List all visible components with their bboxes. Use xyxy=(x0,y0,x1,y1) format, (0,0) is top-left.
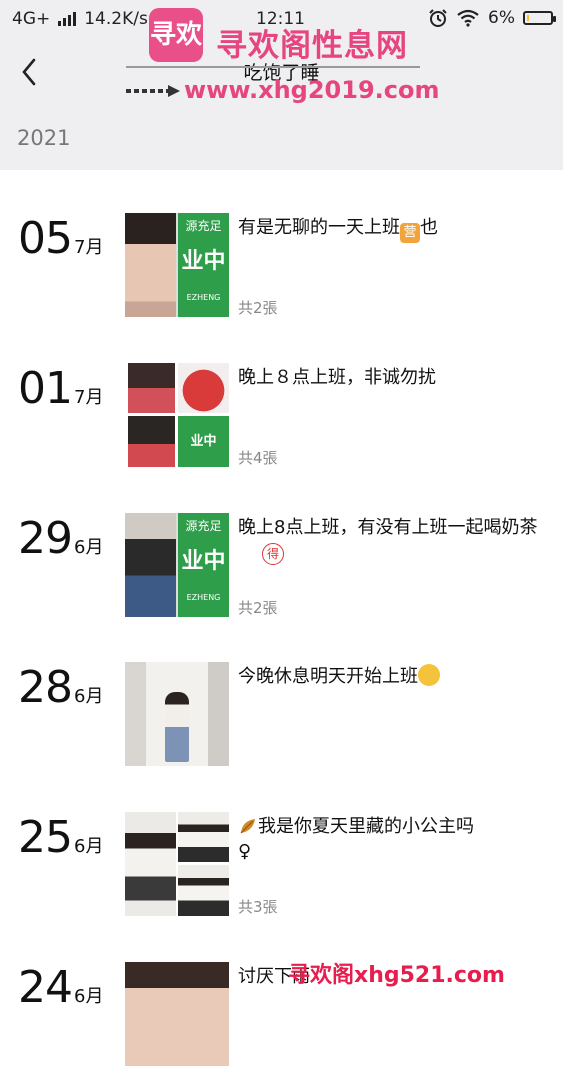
photo-tile xyxy=(125,213,176,317)
post-entry[interactable]: 05 7月 源充足 业中 EZHENG 有是无聊的一天上班营也 共2張 xyxy=(0,213,563,323)
post-day: 29 xyxy=(18,513,73,564)
post-month: 6月 xyxy=(74,836,104,857)
caption-text: 也 xyxy=(420,217,438,238)
network-type: 4G+ xyxy=(12,9,51,29)
photo-tile xyxy=(125,812,176,916)
post-entry[interactable]: 01 7月 业中 晚上８点上班，非诚勿扰 共4張 xyxy=(0,363,563,473)
post-caption: 今晚休息明天开始上班 xyxy=(238,664,538,689)
photo-tile xyxy=(165,692,189,762)
photo-tile xyxy=(125,513,176,617)
sign-text: 业中 xyxy=(181,549,226,574)
clock: 12:11 xyxy=(256,9,305,29)
caption-text: 有是无聊的一天上班 xyxy=(238,217,400,238)
post-thumbnail[interactable] xyxy=(125,662,229,766)
post-date: 29 6月 xyxy=(18,513,103,564)
post-day: 28 xyxy=(18,662,73,713)
post-caption: 我是你夏天里藏的小公主吗 ♀ xyxy=(238,814,538,864)
photo-count: 共2張 xyxy=(238,299,278,317)
caption-text: 晚上8点上班，有没有上班一起喝奶茶 xyxy=(238,517,538,538)
photo-tile xyxy=(178,363,229,413)
post-month: 7月 xyxy=(74,237,104,258)
sign-photo-tile: 源充足 业中 EZHENG xyxy=(178,513,229,617)
post-date: 24 6月 xyxy=(18,962,103,1013)
post-entry[interactable]: 25 6月 我是你夏天里藏的小公主吗 ♀ 共3張 xyxy=(0,812,563,922)
post-date: 28 6月 xyxy=(18,662,103,713)
photo-count: 共3張 xyxy=(238,898,278,916)
photo-tile xyxy=(128,363,175,413)
status-bar: 4G+ 14.2K/s 12:11 6% xyxy=(0,0,563,38)
post-month: 6月 xyxy=(74,686,104,707)
sign-photo-tile: 业中 xyxy=(178,416,229,467)
year-section-header: 2021 xyxy=(0,104,563,170)
photo-tile xyxy=(128,416,175,467)
post-thumbnail[interactable] xyxy=(125,962,229,1066)
sign-text: EZHENG xyxy=(186,293,221,302)
leaf-icon xyxy=(240,819,255,834)
year-label: 2021 xyxy=(17,126,71,150)
post-caption: 晚上8点上班，有没有上班一起喝奶茶得 xyxy=(238,515,538,565)
photo-tile xyxy=(178,865,229,916)
post-day: 05 xyxy=(18,213,73,264)
post-thumbnail[interactable] xyxy=(125,812,229,916)
post-thumbnail[interactable]: 源充足 业中 EZHENG xyxy=(125,513,229,617)
post-day: 24 xyxy=(18,962,73,1013)
post-month: 6月 xyxy=(74,537,104,558)
nav-header: 吃饱了睡 xyxy=(0,38,563,104)
photo-count: 共4張 xyxy=(238,449,278,467)
emoji-icon: 得 xyxy=(262,543,284,565)
post-date: 01 7月 xyxy=(18,363,103,414)
sign-photo-tile: 源充足 业中 EZHENG xyxy=(178,213,229,317)
post-thumbnail[interactable]: 业中 xyxy=(125,363,229,467)
female-sign-icon: ♀ xyxy=(238,841,252,862)
signal-icon xyxy=(58,12,77,26)
watermark-bottom: 寻欢阁xhg521.com xyxy=(288,963,505,988)
battery-percent: 6% xyxy=(488,8,515,28)
network-speed: 14.2K/s xyxy=(84,9,148,29)
sign-text: 业中 xyxy=(181,249,226,274)
post-day: 01 xyxy=(18,363,73,414)
post-day: 25 xyxy=(18,812,73,863)
post-caption: 晚上８点上班，非诚勿扰 xyxy=(238,367,436,388)
post-entry[interactable]: 28 6月 今晚休息明天开始上班 xyxy=(0,662,563,772)
post-date: 05 7月 xyxy=(18,213,103,264)
caption-text: 今晚休息明天开始上班 xyxy=(238,666,418,687)
surprised-face-icon xyxy=(418,664,440,686)
photo-count: 共2張 xyxy=(238,599,278,617)
alarm-icon xyxy=(429,9,447,27)
post-entry[interactable]: 29 6月 源充足 业中 EZHENG 晚上8点上班，有没有上班一起喝奶茶得 共… xyxy=(0,513,563,623)
sign-text: 源充足 xyxy=(185,519,222,533)
post-month: 7月 xyxy=(74,387,104,408)
caption-text: 我是你夏天里藏的小公主吗 xyxy=(258,816,474,837)
post-caption: 有是无聊的一天上班营也 xyxy=(238,215,538,243)
sign-text: 业中 xyxy=(190,434,217,449)
emoji-icon: 营 xyxy=(400,223,420,243)
post-thumbnail[interactable]: 源充足 业中 EZHENG xyxy=(125,213,229,317)
sign-text: 源充足 xyxy=(185,219,222,233)
wifi-icon xyxy=(457,9,479,27)
post-date: 25 6月 xyxy=(18,812,103,863)
post-month: 6月 xyxy=(74,986,104,1007)
battery-icon xyxy=(523,11,556,25)
page-title: 吃饱了睡 xyxy=(243,62,320,84)
photo-tile xyxy=(178,812,229,862)
sign-text: EZHENG xyxy=(186,593,221,602)
